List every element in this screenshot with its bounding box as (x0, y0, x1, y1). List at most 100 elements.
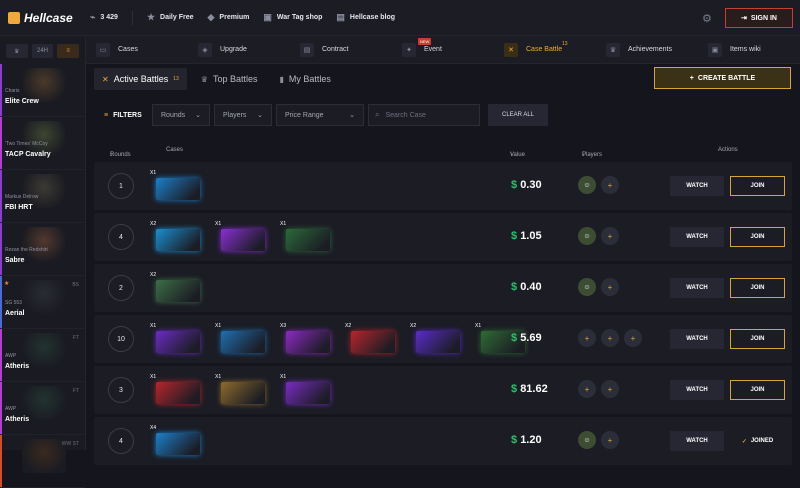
players-select[interactable]: Players ⌄ (214, 104, 272, 126)
case-item[interactable]: X2 (345, 323, 399, 357)
player-avatar[interactable]: ☺ (578, 431, 596, 449)
join-button[interactable]: JOIN (730, 380, 785, 400)
case-item[interactable]: X1 (150, 323, 204, 357)
hellcase-blog-link[interactable]: ▤ Hellcase blog (336, 12, 395, 23)
join-slot-button[interactable]: + (601, 278, 619, 296)
join-slot-button[interactable]: + (601, 431, 619, 449)
live-drop-item[interactable]: Rezan the Redshirt Sabre (0, 223, 85, 276)
join-slot-button[interactable]: + (601, 227, 619, 245)
nav-label: Contract (322, 46, 349, 53)
battle-row[interactable]: 10 X1 X1 X3 X2 X2 X1 $ 5.69 + + + WATCH JOIN (94, 315, 792, 363)
live-drop-item[interactable]: Charis Elite Crew (0, 64, 85, 117)
filters-label[interactable]: ≡ FILTERS (94, 112, 148, 119)
battle-row[interactable]: 1 X1 $ 0.30 ☺ + WATCH JOIN (94, 162, 792, 210)
case-image (156, 178, 200, 200)
join-slot-button[interactable]: + (624, 329, 642, 347)
star-icon: ★ (146, 12, 156, 22)
nav-event[interactable]: ✦ Event NEW (392, 36, 494, 64)
rounds-count: 4 (108, 224, 134, 250)
case-image (286, 331, 330, 353)
player-avatar[interactable]: ☺ (578, 176, 596, 194)
drop-image (22, 121, 66, 155)
nav-case-battle[interactable]: ✕ Case Battle 13 (494, 36, 596, 64)
join-slot-button[interactable]: + (578, 380, 596, 398)
watch-button[interactable]: WATCH (670, 278, 724, 298)
drop-subtitle: Rezan the Redshirt (5, 247, 48, 253)
tab-top-battles[interactable]: ♛ Top Battles (193, 68, 266, 90)
shop-icon: ▣ (263, 12, 272, 22)
battle-tabs: ✕ Active Battles 13 ♛ Top Battles ▮ My Battl… (94, 68, 339, 90)
case-image (221, 382, 265, 404)
case-item[interactable]: X2 (150, 221, 204, 255)
battle-row[interactable]: 4 X4 $ 1.20 ☺ + WATCH ✓ JOINED (94, 417, 792, 465)
nav-upgrade[interactable]: ◈ Upgrade (188, 36, 290, 64)
live-drop-item[interactable]: 'Two Times' McCoy TACP Cavalry (0, 117, 85, 170)
join-slot-button[interactable]: + (578, 329, 596, 347)
case-item[interactable]: X1 (150, 170, 204, 204)
join-button[interactable]: JOIN (730, 176, 785, 196)
sign-in-button[interactable]: ⇥ SIGN IN (725, 8, 793, 28)
nav-contract[interactable]: ▤ Contract (290, 36, 392, 64)
case-item[interactable]: X1 (215, 323, 269, 357)
case-item[interactable]: X1 (150, 374, 204, 408)
create-battle-button[interactable]: + CREATE BATTLE (654, 67, 791, 89)
online-count: 3 429 (100, 14, 118, 21)
join-button[interactable]: JOIN (730, 329, 785, 349)
join-button[interactable]: JOIN (730, 278, 785, 298)
nav-cases[interactable]: ▭ Cases (86, 36, 188, 64)
nav-label: Upgrade (220, 46, 247, 53)
live-drop-item[interactable]: Markus Delrow FBI HRT (0, 170, 85, 223)
case-item[interactable]: X4 (150, 425, 204, 459)
joined-label: JOINED (750, 438, 774, 444)
case-item[interactable]: X2 (150, 272, 204, 306)
daily-free-link[interactable]: ★ Daily Free (147, 12, 194, 23)
case-item[interactable]: X1 (215, 374, 269, 408)
case-image (156, 331, 200, 353)
live-drop-item[interactable]: ★ BS SG 553 Aerial (0, 276, 85, 329)
case-quantity: X2 (150, 272, 157, 278)
logo[interactable]: Hellcase (8, 11, 78, 25)
battle-row[interactable]: 4 X2 X1 X1 $ 1.05 ☺ + WATCH JOIN (94, 213, 792, 261)
case-item[interactable]: X1 (280, 374, 334, 408)
live-drop-item[interactable]: FT AWP Atheris (0, 329, 85, 382)
sidebar-tab-24h[interactable]: 24H (31, 44, 54, 58)
rounds-select[interactable]: Rounds ⌄ (152, 104, 210, 126)
tab-active-battles[interactable]: ✕ Active Battles 13 (94, 68, 187, 90)
drop-image (22, 227, 66, 261)
watch-button[interactable]: WATCH (670, 227, 724, 247)
war-tag-shop-link[interactable]: ▣ War Tag shop (263, 12, 322, 23)
join-slot-button[interactable]: + (601, 380, 619, 398)
case-item[interactable]: X1 (280, 221, 334, 255)
case-item[interactable]: X3 (280, 323, 334, 357)
case-item[interactable]: X1 (215, 221, 269, 255)
live-drop-item[interactable]: WW ST (0, 435, 85, 488)
tab-my-battles[interactable]: ▮ My Battles (272, 68, 339, 90)
nav-achievements[interactable]: ♛ Achievements (596, 36, 698, 64)
sidebar-tab-all[interactable]: ♛ (6, 44, 28, 58)
player-avatar[interactable]: ☺ (578, 278, 596, 296)
drop-subtitle: Charis (5, 88, 20, 94)
live-drop-item[interactable]: FT AWP Atheris (0, 382, 85, 435)
nav-items-wiki[interactable]: ▣ Items wiki (698, 36, 800, 64)
battle-row[interactable]: 3 X1 X1 X1 $ 81.62 + + WATCH JOIN (94, 366, 792, 414)
join-slot-button[interactable]: + (601, 329, 619, 347)
gear-icon[interactable]: ⚙ (702, 12, 712, 25)
case-image (286, 382, 330, 404)
sign-in-label: SIGN IN (750, 14, 777, 22)
watch-button[interactable]: WATCH (670, 329, 724, 349)
contract-icon: ▤ (300, 42, 314, 57)
watch-button[interactable]: WATCH (670, 380, 724, 400)
top-bar: Hellcase ⌁ 3 429 ★ Daily Free ◆ Premium ▣ Wa… (0, 0, 800, 36)
sidebar-tab-top[interactable]: ≡ (57, 44, 80, 58)
clear-all-button[interactable]: CLEAR ALL (488, 104, 548, 126)
player-avatar[interactable]: ☺ (578, 227, 596, 245)
join-slot-button[interactable]: + (601, 176, 619, 194)
battle-row[interactable]: 2 X2 $ 0.40 ☺ + WATCH JOIN (94, 264, 792, 312)
price-range-select[interactable]: Price Range ⌄ (276, 104, 364, 126)
join-button[interactable]: JOIN (730, 227, 785, 247)
case-item[interactable]: X2 (410, 323, 464, 357)
watch-button[interactable]: WATCH (670, 176, 724, 196)
premium-link[interactable]: ◆ Premium (208, 12, 250, 23)
search-input[interactable] (385, 111, 472, 119)
watch-button[interactable]: WATCH (670, 431, 724, 451)
